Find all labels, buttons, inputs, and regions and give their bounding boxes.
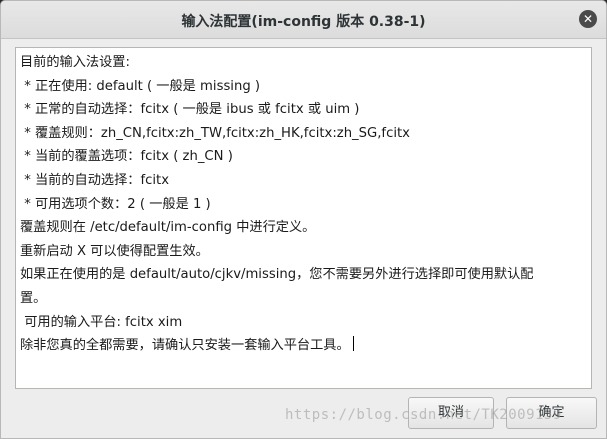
ok-button[interactable]: 确定 (506, 397, 597, 429)
message-line: 重新启动 X 可以使得配置生效。 (20, 243, 209, 259)
message-line: 目前的输入法设置: (20, 55, 130, 70)
message-line: * 可用选项个数：2 ( 一般是 1 ) (20, 196, 211, 212)
text-cursor (352, 336, 354, 352)
im-config-dialog: 输入法配置(im-config 版本 0.38-1) ✕ 目前的输入法设置: *… (0, 0, 607, 439)
message-line: * 正在使用: default ( 一般是 missing ) (20, 78, 261, 94)
message-line: 可用的输入平台: fcitx xim (20, 314, 183, 330)
message-line: * 正常的自动选择：fcitx ( 一般是 ibus 或 fcitx 或 uim… (20, 102, 360, 118)
message-line: * 当前的自动选择：fcitx (20, 172, 170, 188)
close-icon: ✕ (582, 12, 594, 26)
message-line-last: 除非您真的全都需要，请确认只安装一套输入平台工具。 (20, 334, 587, 358)
message-text-area[interactable]: 目前的输入法设置: * 正在使用: default ( 一般是 missing … (15, 47, 592, 389)
dialog-title: 输入法配置(im-config 版本 0.38-1) (181, 14, 426, 30)
close-button[interactable]: ✕ (579, 10, 597, 28)
message-line: * 覆盖规则：zh_CN,fcitx:zh_TW,fcitx:zh_HK,fci… (20, 125, 410, 141)
message-line: 覆盖规则在 /etc/default/im-config 中进行定义。 (20, 220, 316, 236)
message-line-text: 除非您真的全都需要，请确认只安装一套输入平台工具。 (20, 338, 350, 354)
message-line: 置。 (20, 290, 47, 306)
message-line: 如果正在使用的是 default/auto/cjkv/missing，您不需要另… (20, 267, 534, 283)
message-line: * 当前的覆盖选项：fcitx ( zh_CN ) (20, 149, 233, 165)
cancel-button[interactable]: 取消 (408, 397, 494, 429)
title-bar[interactable]: 输入法配置(im-config 版本 0.38-1) ✕ (1, 1, 606, 39)
